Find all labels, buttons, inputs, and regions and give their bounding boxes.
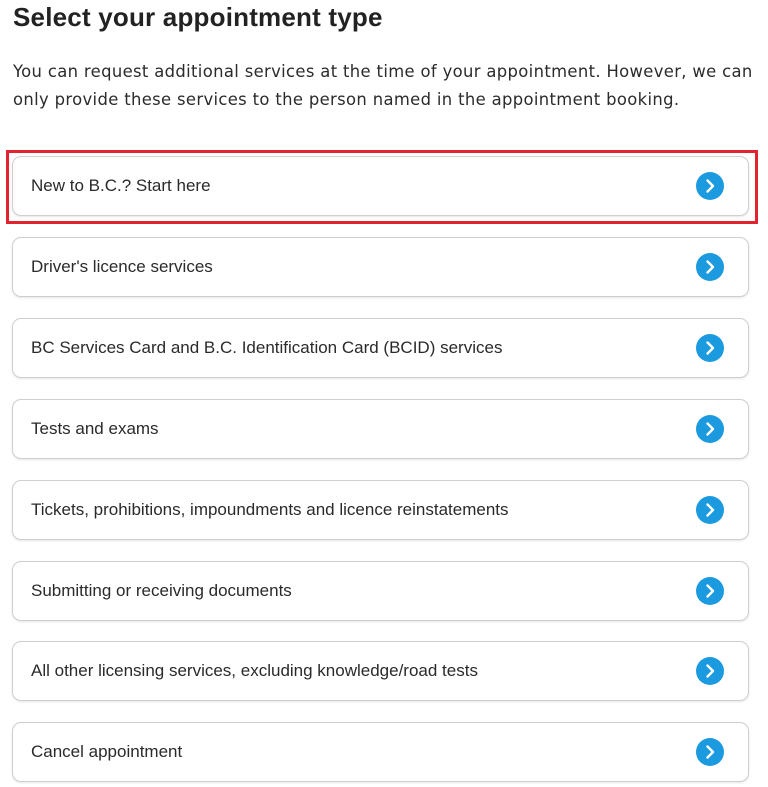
chevron-right-icon[interactable]	[696, 253, 724, 281]
option-label: Tickets, prohibitions, impoundments and …	[31, 500, 509, 519]
option-label: BC Services Card and B.C. Identification…	[31, 338, 503, 357]
chevron-right-icon[interactable]	[696, 577, 724, 605]
option-label: Driver's licence services	[31, 257, 213, 276]
option-other-licensing-services[interactable]: All other licensing services, excluding …	[12, 641, 749, 701]
option-bc-services-card[interactable]: BC Services Card and B.C. Identification…	[12, 318, 749, 378]
option-label: Tests and exams	[31, 419, 159, 438]
chevron-right-icon[interactable]	[696, 657, 724, 685]
option-tests-and-exams[interactable]: Tests and exams	[12, 399, 749, 459]
chevron-right-icon[interactable]	[696, 415, 724, 443]
appointment-type-page: Select your appointment type You can req…	[0, 0, 768, 787]
chevron-right-icon[interactable]	[696, 496, 724, 524]
chevron-right-icon[interactable]	[696, 172, 724, 200]
option-cancel-appointment[interactable]: Cancel appointment	[12, 722, 749, 782]
option-drivers-licence-services[interactable]: Driver's licence services	[12, 237, 749, 297]
option-tickets-prohibitions[interactable]: Tickets, prohibitions, impoundments and …	[12, 480, 749, 540]
chevron-right-icon[interactable]	[696, 334, 724, 362]
appointment-options-list: New to B.C.? Start here Driver's licence…	[0, 0, 768, 787]
option-label: New to B.C.? Start here	[31, 176, 211, 195]
option-submitting-documents[interactable]: Submitting or receiving documents	[12, 561, 749, 621]
option-new-to-bc[interactable]: New to B.C.? Start here	[12, 156, 749, 216]
option-label: Submitting or receiving documents	[31, 581, 292, 600]
option-label: All other licensing services, excluding …	[31, 661, 478, 680]
option-label: Cancel appointment	[31, 742, 183, 761]
chevron-right-icon[interactable]	[696, 738, 724, 766]
